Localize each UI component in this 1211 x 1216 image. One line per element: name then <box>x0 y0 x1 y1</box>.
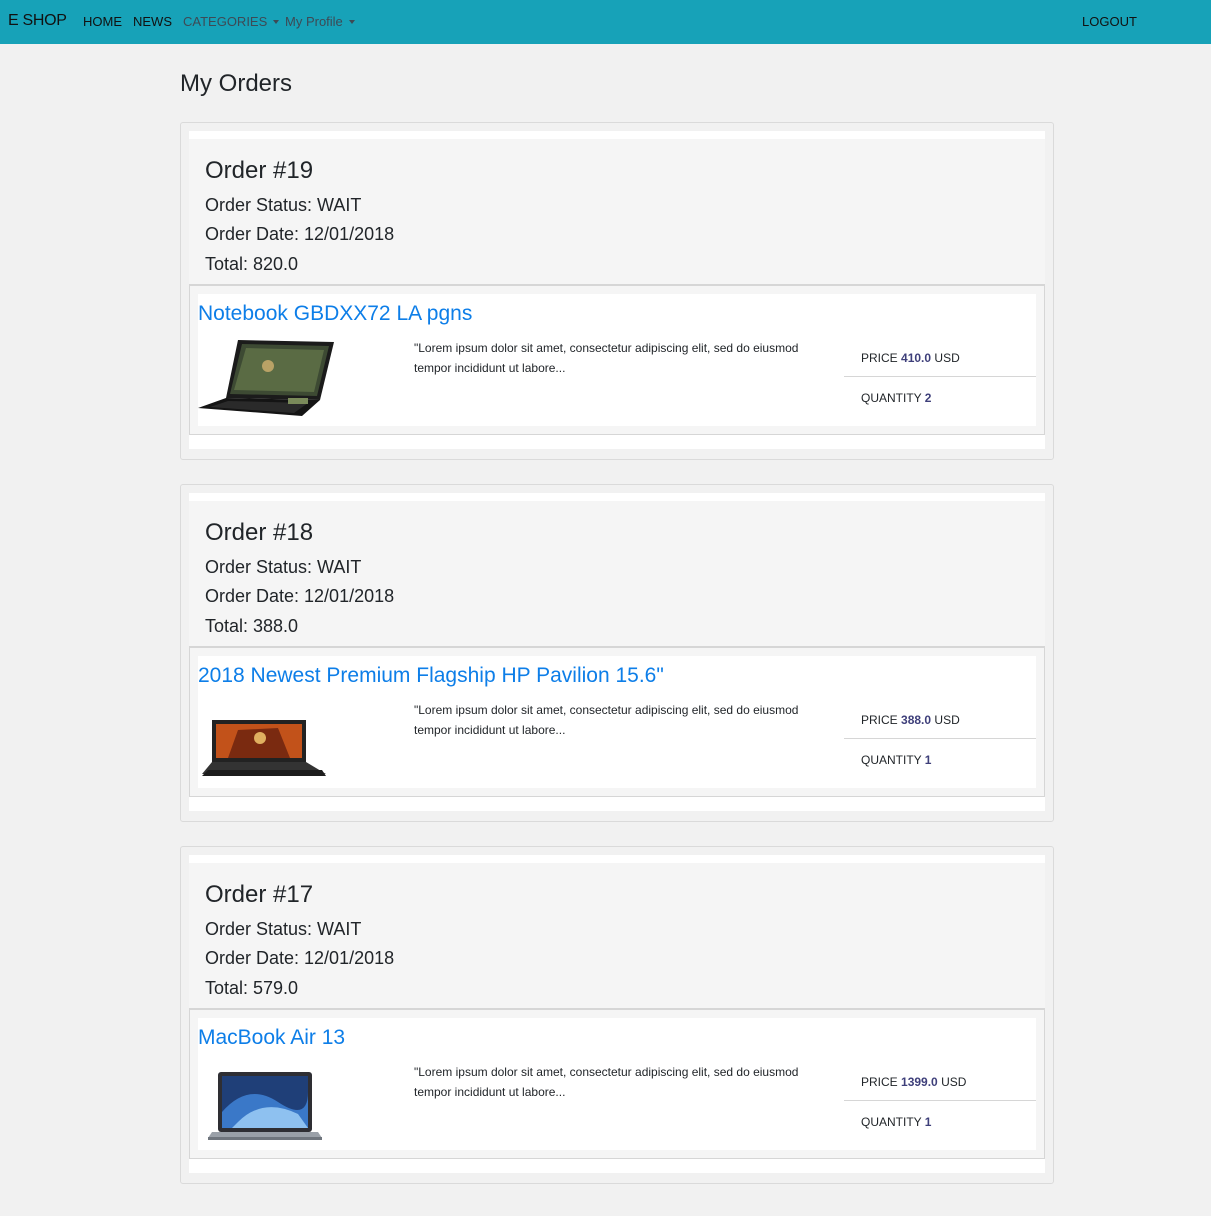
quantity-text: QUANTITY 2 <box>861 391 931 405</box>
nav-categories-label: CATEGORIES <box>183 14 268 29</box>
price-text: PRICE 1399.0 USD <box>861 1075 966 1089</box>
order-footer <box>189 435 1045 449</box>
order-footer <box>189 1159 1045 1173</box>
order-card: Order #17 Order Status: WAIT Order Date:… <box>180 846 1054 1184</box>
price-row: PRICE 410.0 USD <box>844 334 1036 377</box>
quantity-row: QUANTITY 2 <box>844 378 1036 418</box>
item-description: "Lorem ipsum dolor sit amet, consectetur… <box>414 1065 799 1099</box>
item-name-link[interactable]: MacBook Air 13 <box>198 1026 345 1050</box>
order-title: Order #17 <box>205 881 314 908</box>
price-row: PRICE 1399.0 USD <box>844 1058 1036 1101</box>
order-total: Total: 820.0 <box>205 254 299 274</box>
price-label: PRICE <box>861 1075 898 1089</box>
order-header: Order #19 Order Status: WAIT Order Date:… <box>189 131 1045 285</box>
order-status: Order Status: WAIT <box>205 919 362 939</box>
order-total: Total: 388.0 <box>205 616 299 636</box>
order-title: Order #19 <box>205 157 314 184</box>
product-image[interactable] <box>198 1062 338 1144</box>
quantity-text: QUANTITY 1 <box>861 753 931 767</box>
quantity-row: QUANTITY 1 <box>844 1102 1036 1142</box>
quantity-label: QUANTITY <box>861 1115 922 1129</box>
price-label: PRICE <box>861 351 898 365</box>
order-status: Order Status: WAIT <box>205 557 362 577</box>
nav-home[interactable]: HOME <box>83 14 122 29</box>
nav-profile-label: My Profile <box>285 14 343 29</box>
quantity-label: QUANTITY <box>861 391 922 405</box>
order-date: Order Date: 12/01/2018 <box>205 586 395 606</box>
price-row: PRICE 388.0 USD <box>844 696 1036 739</box>
quantity-value: 2 <box>924 391 932 405</box>
brand-logo[interactable]: E SHOP <box>8 12 67 30</box>
price-label: PRICE <box>861 713 898 727</box>
order-title: Order #18 <box>205 519 314 546</box>
nav-profile-dropdown[interactable]: My Profile <box>285 14 355 29</box>
order-item-body: Notebook GBDXX72 LA pgns "Lorem ipsum do… <box>198 294 1036 426</box>
item-description: "Lorem ipsum dolor sit amet, consectetur… <box>414 703 799 737</box>
price-value: 1399.0 <box>901 1075 938 1089</box>
page-title: My Orders <box>180 70 293 97</box>
caret-down-icon <box>348 20 355 24</box>
price-text: PRICE 388.0 USD <box>861 713 960 727</box>
nav-logout[interactable]: LOGOUT <box>1082 14 1137 29</box>
order-item: 2018 Newest Premium Flagship HP Pavilion… <box>189 647 1045 797</box>
quantity-label: QUANTITY <box>861 753 922 767</box>
order-card: Order #18 Order Status: WAIT Order Date:… <box>180 484 1054 822</box>
quantity-value: 1 <box>924 1115 932 1129</box>
order-item: MacBook Air 13 "Lorem ipsum dolor sit am… <box>189 1009 1045 1159</box>
product-image[interactable] <box>198 700 338 782</box>
order-status: Order Status: WAIT <box>205 195 362 215</box>
quantity-value: 1 <box>924 753 932 767</box>
price-currency: USD <box>934 351 960 365</box>
price-text: PRICE 410.0 USD <box>861 351 960 365</box>
quantity-row: QUANTITY 1 <box>844 740 1036 780</box>
top-navbar: E SHOP HOME NEWS CATEGORIES My Profile L… <box>0 0 1211 44</box>
price-currency: USD <box>941 1075 967 1089</box>
quantity-text: QUANTITY 1 <box>861 1115 931 1129</box>
product-image[interactable] <box>198 338 338 420</box>
nav-categories-dropdown[interactable]: CATEGORIES <box>183 14 280 29</box>
item-name-link[interactable]: 2018 Newest Premium Flagship HP Pavilion… <box>198 664 664 688</box>
caret-down-icon <box>273 20 280 24</box>
order-item: Notebook GBDXX72 LA pgns "Lorem ipsum do… <box>189 285 1045 435</box>
order-item-body: MacBook Air 13 "Lorem ipsum dolor sit am… <box>198 1018 1036 1150</box>
price-currency: USD <box>934 713 960 727</box>
order-date: Order Date: 12/01/2018 <box>205 948 395 968</box>
nav-news[interactable]: NEWS <box>133 14 172 29</box>
order-header: Order #17 Order Status: WAIT Order Date:… <box>189 855 1045 1009</box>
order-footer <box>189 797 1045 811</box>
order-total: Total: 579.0 <box>205 978 299 998</box>
order-date: Order Date: 12/01/2018 <box>205 224 395 244</box>
item-description: "Lorem ipsum dolor sit amet, consectetur… <box>414 341 799 375</box>
order-card: Order #19 Order Status: WAIT Order Date:… <box>180 122 1054 460</box>
price-value: 388.0 <box>901 713 932 727</box>
item-name-link[interactable]: Notebook GBDXX72 LA pgns <box>198 302 472 326</box>
order-item-body: 2018 Newest Premium Flagship HP Pavilion… <box>198 656 1036 788</box>
price-value: 410.0 <box>901 351 932 365</box>
order-header: Order #18 Order Status: WAIT Order Date:… <box>189 493 1045 647</box>
